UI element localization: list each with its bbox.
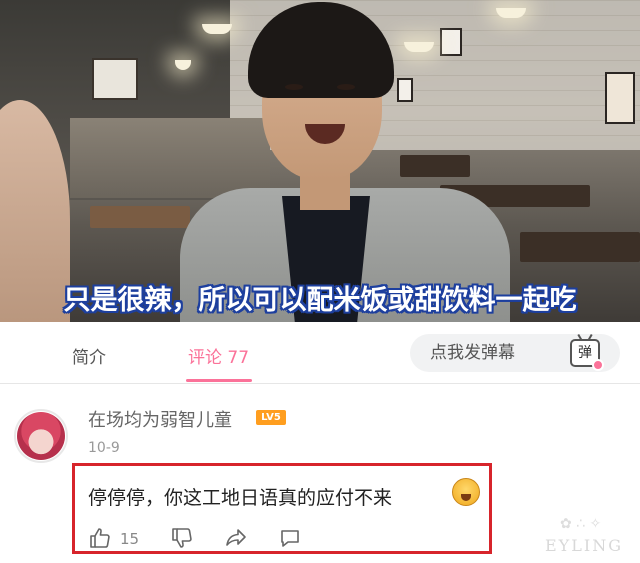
tab-active-indicator — [186, 379, 252, 382]
video-background-frame — [440, 28, 462, 56]
reply-button[interactable] — [278, 526, 302, 554]
watermark-decoration: ✿ ∴ ✧ — [560, 516, 602, 532]
danmaku-toggle-button[interactable]: 弹 — [552, 334, 620, 372]
video-background-frame — [397, 78, 413, 102]
danmaku-glyph: 弹 — [578, 345, 592, 361]
share-icon — [226, 529, 246, 546]
video-background-table — [520, 232, 640, 262]
danmaku-tv-icon: 弹 — [570, 339, 604, 371]
comment-date: 10-9 — [88, 440, 120, 456]
tab-intro[interactable]: 简介 — [72, 343, 106, 368]
dislike-button[interactable] — [170, 526, 194, 554]
avatar[interactable] — [17, 412, 65, 460]
video-background-sign — [92, 58, 138, 100]
thumb-up-icon — [90, 528, 110, 548]
tab-comments[interactable]: 评论 77 — [188, 343, 249, 368]
danmaku-input[interactable]: 点我发弹幕 — [410, 334, 552, 372]
video-person-eye — [337, 84, 355, 90]
like-count: 15 — [120, 530, 140, 548]
video-background-table — [400, 155, 470, 177]
watermark: EYLING — [545, 536, 623, 555]
like-button[interactable]: 15 — [88, 526, 139, 554]
comment-username[interactable]: 在场均为弱智儿童 — [88, 406, 232, 432]
video-background-table — [90, 206, 190, 228]
thumb-down-icon — [172, 528, 192, 548]
video-background-counter — [70, 118, 270, 198]
share-button[interactable] — [224, 526, 248, 554]
video-player[interactable]: 只是很辣，所以可以配米饭或甜饮料一起吃 — [0, 0, 640, 322]
emoji-icon — [452, 478, 480, 506]
tab-bar: 简介 评论 77 点我发弹幕 弹 — [0, 322, 640, 384]
level-badge: LV5 — [256, 410, 286, 425]
video-subtitle: 只是很辣，所以可以配米饭或甜饮料一起吃 — [63, 285, 577, 316]
video-person-eye — [285, 84, 303, 90]
comment-bubble-icon — [281, 530, 299, 547]
danmaku-check-icon — [592, 359, 604, 371]
comment-text: 停停停，你这工地日语真的应付不来 — [88, 487, 393, 509]
video-background-poster — [605, 72, 635, 124]
